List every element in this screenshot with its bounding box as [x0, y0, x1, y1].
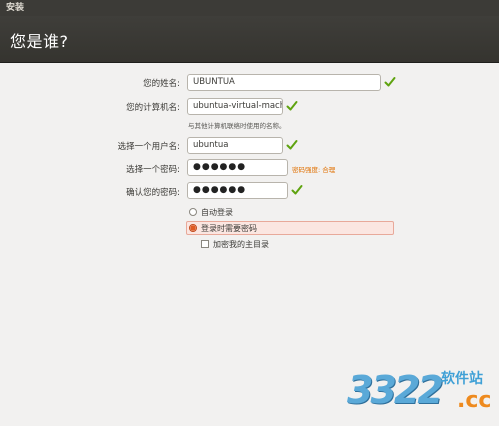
watermark-site-text: 软件站: [441, 371, 483, 387]
computer-name-label: 您的计算机名:: [126, 103, 180, 113]
encrypt-home-label[interactable]: 加密我的主目录: [213, 239, 269, 250]
site-watermark-logo: 3322 软件站 .cc: [345, 364, 497, 424]
confirm-password-field[interactable]: ●●●●●●: [187, 182, 288, 199]
require-password-radio[interactable]: [189, 224, 197, 232]
page-title: 您是谁?: [10, 32, 69, 51]
watermark-domain-text: .cc: [457, 388, 492, 413]
password-label: 选择一个密码:: [126, 165, 180, 175]
username-field[interactable]: ubuntua: [187, 137, 283, 154]
password-strength-text: 密码强度: 合理: [292, 166, 336, 174]
page-header: 您是谁?: [0, 16, 499, 63]
password-field[interactable]: ●●●●●●: [187, 159, 288, 176]
installer-window: 安装 您是谁? 您的姓名: UBUNTUA 您的计算机名: ubuntua-vi…: [0, 0, 499, 426]
username-valid-check-icon: [286, 140, 298, 150]
name-field[interactable]: UBUNTUA: [187, 74, 381, 91]
computer-name-valid-check-icon: [286, 101, 298, 111]
auto-login-label[interactable]: 自动登录: [201, 207, 233, 218]
confirm-password-label: 确认您的密码:: [126, 188, 180, 198]
name-valid-check-icon: [384, 77, 396, 87]
window-title: 安装: [6, 3, 25, 13]
username-label: 选择一个用户名:: [117, 142, 180, 152]
title-bar: 安装: [0, 0, 499, 16]
computer-name-hint: 与其他计算机联络时使用的名称。: [188, 122, 286, 130]
confirm-password-valid-check-icon: [291, 185, 303, 195]
name-label: 您的姓名:: [143, 79, 180, 89]
require-password-label[interactable]: 登录时需要密码: [201, 223, 257, 234]
encrypt-home-checkbox[interactable]: [201, 240, 209, 248]
computer-name-field[interactable]: ubuntua-virtual-mach: [187, 98, 283, 115]
auto-login-radio[interactable]: [189, 208, 197, 216]
watermark-number: 3322: [347, 368, 444, 412]
